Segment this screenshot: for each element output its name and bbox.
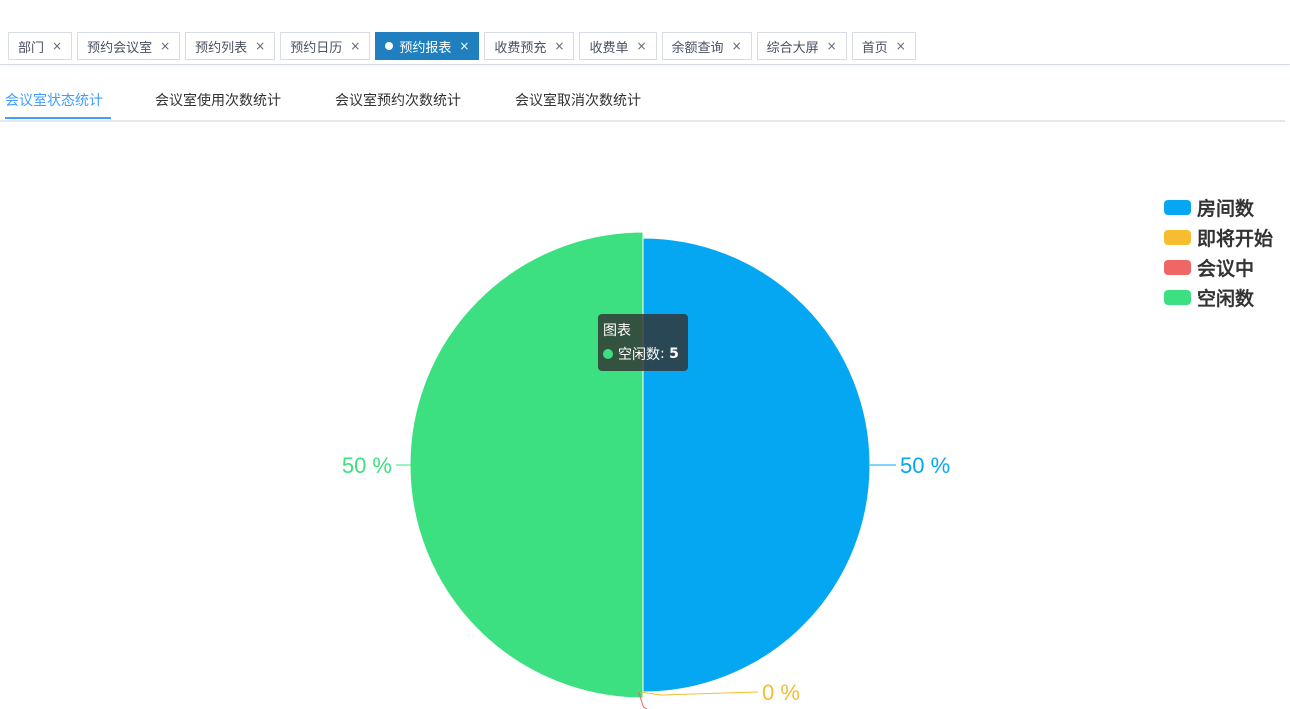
pie-slice-idle[interactable] (409, 231, 644, 699)
legend-item-upcoming[interactable]: 即将开始 (1164, 222, 1273, 252)
close-icon[interactable]: × (160, 39, 170, 53)
legend-item-in-meeting[interactable]: 会议中 (1164, 252, 1273, 282)
close-icon[interactable]: × (636, 39, 646, 53)
subtab-booking-count[interactable]: 会议室预约次数统计 (335, 90, 461, 110)
chart-tooltip: 图表 空闲数: 5 (598, 314, 688, 371)
pie-label-rooms: 50 % (900, 453, 950, 478)
tab-label: 预约会议室 (87, 40, 153, 56)
legend-label-idle: 空闲数 (1197, 287, 1255, 310)
tab-label: 首页 (861, 40, 888, 56)
legend-item-rooms[interactable]: 房间数 (1164, 192, 1273, 222)
tab-balance-query[interactable]: 余额查询 × (661, 32, 752, 60)
tab-label: 综合大屏 (766, 40, 819, 56)
close-icon[interactable]: × (827, 39, 837, 53)
pie-slice-rooms[interactable] (642, 237, 871, 693)
active-subtab-indicator (5, 117, 111, 119)
close-icon[interactable]: × (896, 39, 906, 53)
legend-swatch-idle (1164, 289, 1191, 305)
legend-label-rooms: 房间数 (1197, 197, 1255, 220)
close-icon[interactable]: × (52, 39, 62, 53)
tab-booking-report[interactable]: 预约报表 × (375, 32, 480, 60)
legend-swatch-rooms (1164, 199, 1191, 215)
pie-label-upcoming: 0 % (762, 680, 800, 705)
active-tab-dot-icon (385, 42, 394, 50)
sub-tabs: 会议室状态统计 会议室使用次数统计 会议室预约次数统计 会议室取消次数统计 (0, 84, 1285, 122)
subtab-cancel-count[interactable]: 会议室取消次数统计 (515, 90, 641, 110)
tab-label: 收费预充 (494, 40, 547, 56)
legend-label-upcoming: 即将开始 (1197, 227, 1274, 250)
pie-chart: 50 %0 %0 %50 % (342, 231, 950, 709)
tab-bills[interactable]: 收费单 × (579, 32, 657, 60)
tab-prepay[interactable]: 收费预充 × (484, 32, 575, 60)
chart-legend: 房间数 即将开始 会议中 空闲数 (1164, 192, 1273, 312)
tab-label: 余额查询 (671, 40, 724, 56)
tab-bar-divider (0, 64, 1290, 65)
legend-swatch-in-meeting (1164, 259, 1191, 275)
tooltip-title: 图表 (603, 323, 631, 339)
tab-label: 部门 (18, 40, 45, 56)
tab-book-room[interactable]: 预约会议室 × (77, 32, 181, 60)
tooltip-series-dot (603, 349, 613, 359)
tab-label: 预约日历 (290, 40, 343, 56)
close-icon[interactable]: × (350, 39, 360, 53)
tab-dashboard[interactable]: 综合大屏 × (756, 32, 847, 60)
tab-label: 预约列表 (195, 40, 248, 56)
legend-item-idle[interactable]: 空闲数 (1164, 282, 1273, 312)
legend-label-in-meeting: 会议中 (1197, 257, 1255, 280)
label-line-upcoming (640, 691, 759, 696)
tooltip-row: 空闲数: 5 (603, 344, 683, 364)
close-icon[interactable]: × (459, 39, 469, 53)
tooltip-separator: : (660, 346, 670, 362)
tab-department[interactable]: 部门 × (8, 32, 73, 60)
tab-label: 预约报表 (399, 40, 452, 56)
tab-bar: 部门 × 预约会议室 × 预约列表 × 预约日历 × 预约报表 × 收费预充 × 收费单 × 余额查询 × 综合… (8, 32, 921, 60)
close-icon[interactable]: × (255, 39, 265, 53)
tab-label: 收费单 (589, 40, 629, 56)
tooltip-value: 5 (669, 346, 679, 362)
tab-home[interactable]: 首页 × (851, 32, 916, 60)
pie-label-idle: 50 % (342, 453, 392, 478)
close-icon[interactable]: × (554, 39, 564, 53)
tooltip-category: 空闲数 (618, 347, 660, 363)
subtab-status-stats[interactable]: 会议室状态统计 (5, 90, 103, 110)
subtab-usage-count[interactable]: 会议室使用次数统计 (155, 90, 281, 110)
legend-swatch-upcoming (1164, 229, 1191, 245)
tab-booking-list[interactable]: 预约列表 × (185, 32, 276, 60)
close-icon[interactable]: × (732, 39, 742, 53)
tab-booking-calendar[interactable]: 预约日历 × (280, 32, 371, 60)
